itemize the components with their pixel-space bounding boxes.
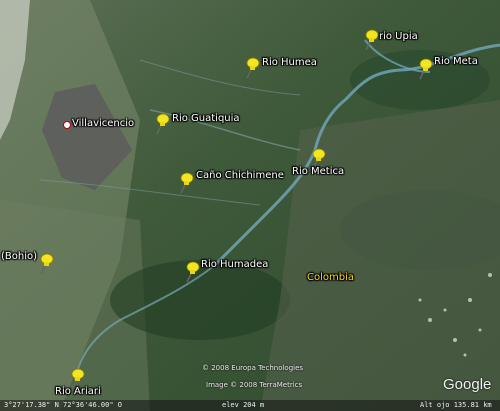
yellow-pushpin-icon[interactable]	[37, 253, 55, 275]
place-label-rio-upia[interactable]: rio Upia	[379, 31, 418, 42]
place-label-cano-chichimene[interactable]: Caño Chichimene	[196, 170, 284, 181]
place-label-rio-ariari[interactable]: Rio Ariari	[55, 386, 101, 397]
city-dot-icon[interactable]	[63, 121, 71, 129]
yellow-pushpin-icon[interactable]	[362, 29, 380, 51]
google-logo: Google	[443, 376, 492, 393]
place-label-rio-metica[interactable]: Rio Metica	[292, 166, 344, 177]
yellow-pushpin-icon[interactable]	[153, 113, 171, 135]
yellow-pushpin-icon[interactable]	[416, 58, 434, 80]
status-bar: 3°27'17.38" N 72°36'46.00" O elev 204 m …	[0, 400, 500, 411]
map-viewer[interactable]: Villavicencio rio Upia Rio Meta Rio Hume…	[0, 0, 500, 411]
eye-altitude-readout: Alt ojo 135.81 km	[420, 401, 492, 409]
credit-line-1: © 2008 Europa Technologies	[202, 364, 304, 372]
place-label-bohio[interactable]: (Bohio)	[1, 251, 37, 262]
pointer-coordinates: 3°27'17.38" N 72°36'46.00" O	[4, 401, 123, 409]
place-label-rio-humadea[interactable]: Rio Humadea	[201, 259, 268, 270]
yellow-pushpin-icon[interactable]	[243, 57, 261, 79]
yellow-pushpin-icon[interactable]	[183, 261, 201, 283]
credit-line-2: Image © 2008 TerraMetrics	[206, 381, 303, 389]
yellow-pushpin-icon[interactable]	[177, 172, 195, 194]
place-label-rio-guatiquia[interactable]: Rio Guatiquia	[172, 113, 240, 124]
country-label: Colombia	[307, 272, 354, 283]
place-label-rio-meta[interactable]: Rio Meta	[434, 56, 478, 67]
elevation-readout: elev 204 m	[222, 401, 265, 409]
place-label-villavicencio[interactable]: Villavicencio	[72, 118, 134, 129]
place-label-rio-humea[interactable]: Rio Humea	[262, 57, 317, 68]
